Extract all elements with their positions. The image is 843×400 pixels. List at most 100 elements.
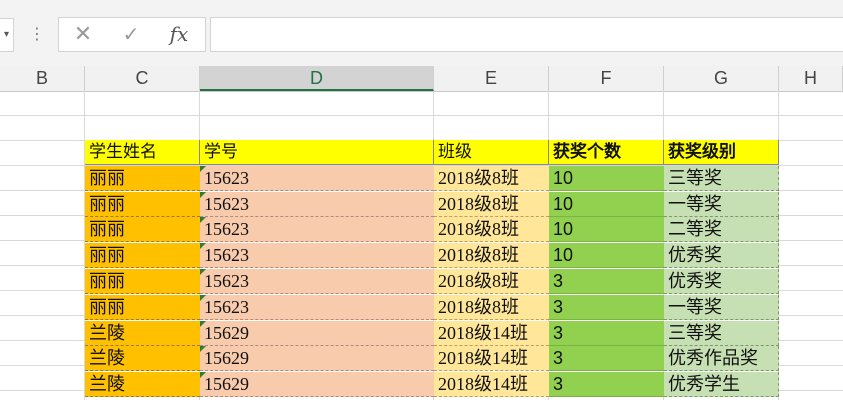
award-level-cell[interactable]: 优秀作品奖 <box>664 346 779 372</box>
cell-text: 一等奖 <box>668 193 722 215</box>
student-id-cell[interactable]: 15623 <box>200 269 434 294</box>
class-cell[interactable]: 2018级8班 <box>434 191 549 217</box>
cell-text: 10 <box>553 193 574 214</box>
column-header-b[interactable]: B <box>0 66 85 91</box>
cell-text: 3 <box>553 271 564 291</box>
award-level-cell[interactable]: 三等奖 <box>664 320 779 346</box>
column-header-g[interactable]: G <box>664 66 779 91</box>
name-box-dropdown[interactable]: ▾ <box>0 18 14 52</box>
column-header-d[interactable]: D <box>200 66 434 91</box>
column-header-f[interactable]: F <box>549 66 664 91</box>
award-count-cell[interactable]: 3 <box>549 269 664 294</box>
number-as-text-indicator-icon[interactable] <box>200 346 206 353</box>
cancel-x-icon[interactable]: ✕ <box>63 18 103 51</box>
student-name-cell[interactable]: 丽丽 <box>85 243 200 269</box>
cell-text: 三等奖 <box>668 322 722 344</box>
number-as-text-indicator-icon[interactable] <box>200 191 206 198</box>
table-header-cell[interactable]: 获奖个数 <box>549 140 664 165</box>
table-header-cell[interactable]: 学号 <box>200 140 434 165</box>
cell-text: 15623 <box>204 167 249 188</box>
column-header-c[interactable]: C <box>85 66 200 91</box>
table-header-cell[interactable]: 学生姓名 <box>85 140 200 165</box>
cell-text: 2018级8班 <box>438 245 519 266</box>
award-count-cell[interactable]: 3 <box>549 346 664 372</box>
class-cell[interactable]: 2018级14班 <box>434 346 549 372</box>
number-as-text-indicator-icon[interactable] <box>200 294 206 301</box>
award-count-cell[interactable]: 10 <box>549 243 664 269</box>
student-id-cell[interactable]: 15623 <box>200 243 434 269</box>
award-level-cell[interactable]: 一等奖 <box>664 191 779 217</box>
cell-text: 15623 <box>204 271 249 291</box>
award-count-cell[interactable]: 3 <box>549 372 664 398</box>
cell-text: 2018级14班 <box>438 374 528 395</box>
student-id-cell[interactable]: 15623 <box>200 294 434 320</box>
student-name-cell[interactable]: 丽丽 <box>85 191 200 217</box>
award-level-cell[interactable]: 优秀学生 <box>664 372 779 398</box>
student-name-cell[interactable]: 丽丽 <box>85 165 200 191</box>
class-cell[interactable]: 2018级8班 <box>434 243 549 269</box>
student-name-cell[interactable]: 兰陵 <box>85 372 200 398</box>
award-level-cell[interactable]: 优秀奖 <box>664 243 779 269</box>
cell-text: 15623 <box>204 245 249 266</box>
award-level-cell[interactable]: 三等奖 <box>664 165 779 191</box>
cell-text: 2018级8班 <box>438 296 519 317</box>
cell-text: 丽丽 <box>89 219 125 241</box>
cell-text: 丽丽 <box>89 245 125 267</box>
class-cell[interactable]: 2018级8班 <box>434 217 549 243</box>
class-cell[interactable]: 2018级8班 <box>434 269 549 294</box>
student-name-cell[interactable]: 丽丽 <box>85 269 200 294</box>
cell-text: 15623 <box>204 219 249 240</box>
cell-text: 3 <box>553 348 564 369</box>
formula-buttons: ✕ ✓ fx <box>58 17 206 52</box>
student-id-cell[interactable]: 15623 <box>200 165 434 191</box>
cell-text: 二等奖 <box>668 219 722 241</box>
number-as-text-indicator-icon[interactable] <box>200 269 206 275</box>
student-id-cell[interactable]: 15629 <box>200 346 434 372</box>
column-header-e[interactable]: E <box>434 66 549 91</box>
student-name-cell[interactable]: 丽丽 <box>85 294 200 320</box>
more-options-icon[interactable]: ⋮ <box>29 18 45 52</box>
award-level-cell[interactable]: 二等奖 <box>664 217 779 243</box>
award-level-cell[interactable]: 优秀奖 <box>664 269 779 294</box>
student-id-cell[interactable]: 15629 <box>200 372 434 398</box>
class-cell[interactable]: 2018级8班 <box>434 165 549 191</box>
number-as-text-indicator-icon[interactable] <box>200 243 206 250</box>
student-id-cell[interactable]: 15629 <box>200 320 434 346</box>
number-as-text-indicator-icon[interactable] <box>200 217 206 224</box>
class-cell[interactable]: 2018级8班 <box>434 294 549 320</box>
number-as-text-indicator-icon[interactable] <box>200 165 206 172</box>
table-header-cell[interactable]: 班级 <box>434 140 549 165</box>
formula-input[interactable] <box>210 17 843 52</box>
cell-text: 丽丽 <box>89 271 125 292</box>
number-as-text-indicator-icon[interactable] <box>200 372 206 379</box>
student-id-cell[interactable]: 15623 <box>200 217 434 243</box>
cell-text: 15629 <box>204 348 249 369</box>
award-level-cell[interactable]: 一等奖 <box>664 294 779 320</box>
column-header-bar: BCDEFGH <box>0 66 843 92</box>
cell-text: 3 <box>553 374 564 395</box>
student-name-cell[interactable]: 兰陵 <box>85 346 200 372</box>
student-name-cell[interactable]: 丽丽 <box>85 217 200 243</box>
number-as-text-indicator-icon[interactable] <box>200 320 206 327</box>
student-name-cell[interactable]: 兰陵 <box>85 320 200 346</box>
class-cell[interactable]: 2018级14班 <box>434 320 549 346</box>
column-header-h[interactable]: H <box>779 66 843 91</box>
award-count-cell[interactable]: 10 <box>549 217 664 243</box>
award-count-cell[interactable]: 10 <box>549 165 664 191</box>
student-id-cell[interactable]: 15623 <box>200 191 434 217</box>
award-count-cell[interactable]: 3 <box>549 294 664 320</box>
cell-text: 10 <box>553 245 574 266</box>
insert-function-button[interactable]: fx <box>159 18 199 51</box>
cell-text: 2018级8班 <box>438 193 519 214</box>
cell-text: 2018级14班 <box>438 348 528 369</box>
cell-text: 2018级8班 <box>438 271 519 291</box>
checkmark-icon[interactable]: ✓ <box>111 18 151 51</box>
table-header-cell[interactable]: 获奖级别 <box>664 140 779 165</box>
cell-text: 兰陵 <box>89 374 125 396</box>
cell-text: 优秀奖 <box>668 245 722 267</box>
cell-text: 一等奖 <box>668 296 722 318</box>
class-cell[interactable]: 2018级14班 <box>434 372 549 398</box>
award-count-cell[interactable]: 3 <box>549 320 664 346</box>
cell-text: 丽丽 <box>89 296 125 318</box>
award-count-cell[interactable]: 10 <box>549 191 664 217</box>
